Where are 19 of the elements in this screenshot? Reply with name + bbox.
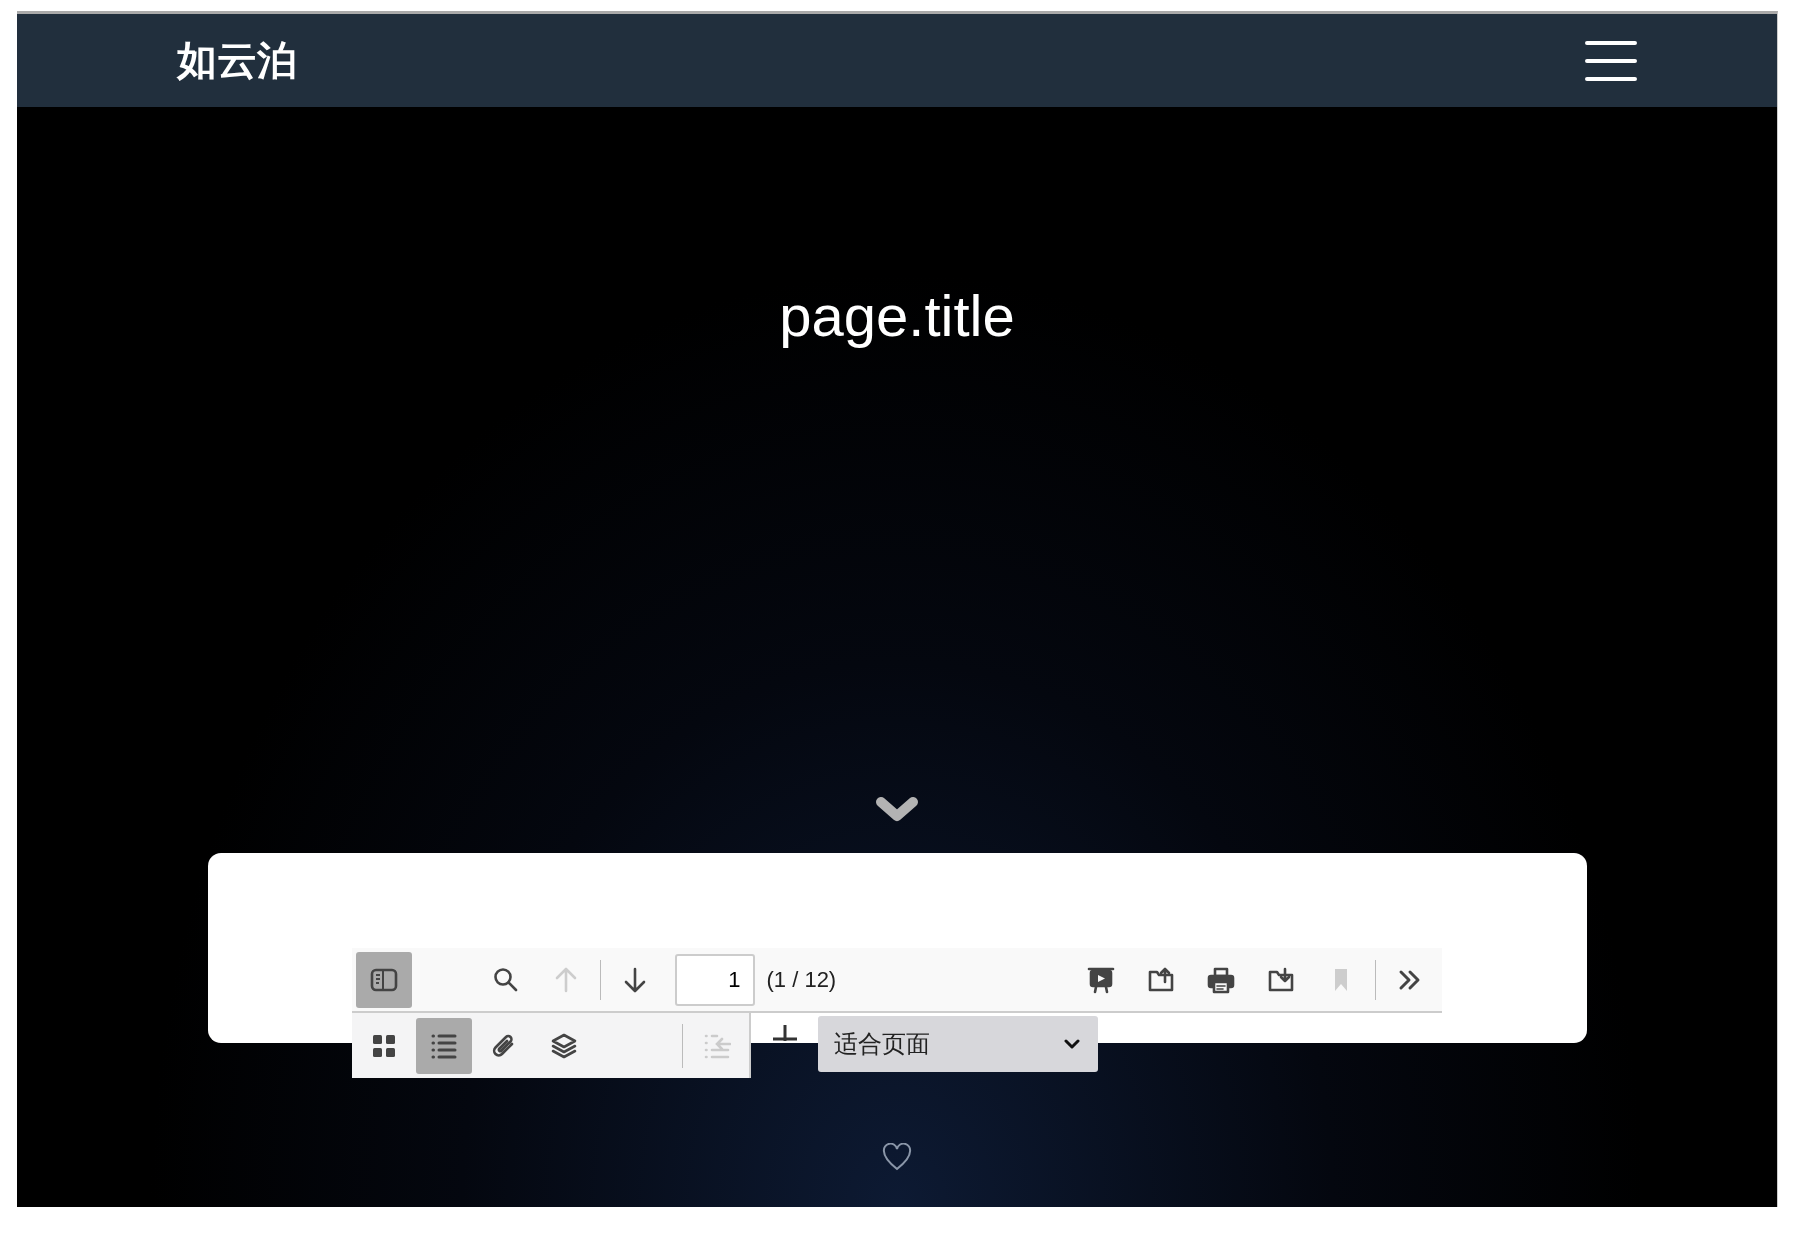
presentation-icon <box>1086 965 1115 994</box>
outline-tab[interactable] <box>415 1017 472 1074</box>
layers-icon <box>549 1031 578 1060</box>
page-number-field[interactable]: 1 <box>674 953 755 1006</box>
search-icon <box>491 965 520 994</box>
folder-download-icon <box>1266 965 1295 994</box>
chevron-down-icon[interactable] <box>875 796 919 822</box>
menu-button[interactable] <box>1585 39 1637 82</box>
page-title: page.title <box>779 282 1015 349</box>
heart-icon[interactable] <box>882 1143 912 1171</box>
zoom-select[interactable]: 适合页面 <box>817 1016 1098 1072</box>
site-logo[interactable]: 如云泊 <box>177 33 297 88</box>
folder-upload-icon <box>1146 965 1175 994</box>
sidebar-toggle-button[interactable] <box>355 951 412 1008</box>
page-count: (1 / 12) <box>766 966 837 993</box>
printer-icon <box>1206 965 1235 994</box>
zoom-select-value: 适合页面 <box>833 1029 930 1060</box>
caret-icon <box>1063 1038 1080 1050</box>
menu-icon <box>1585 39 1637 82</box>
